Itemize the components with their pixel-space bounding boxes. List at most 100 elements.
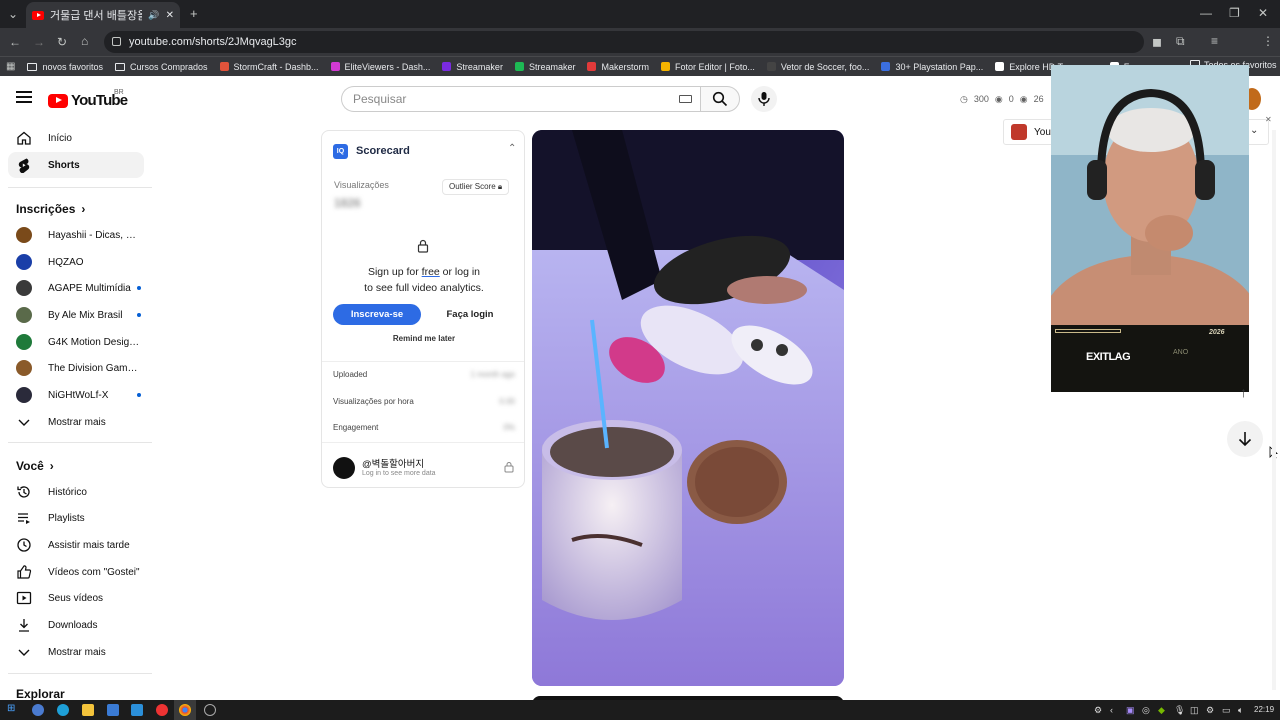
previous-short-button[interactable]: ↑ bbox=[1227, 374, 1263, 410]
tray-icon[interactable]: ▣ bbox=[1126, 705, 1135, 716]
store-icon[interactable] bbox=[107, 704, 119, 716]
sidebar-show-more[interactable]: Mostrar mais bbox=[8, 639, 144, 665]
overlay-bar bbox=[1055, 329, 1121, 333]
tray-icon[interactable]: ⚙ bbox=[1206, 705, 1214, 716]
sidebar-item-home[interactable]: Início bbox=[8, 125, 144, 151]
login-button[interactable]: Faça login bbox=[429, 304, 511, 325]
sidebar-item-shorts[interactable]: Shorts bbox=[8, 152, 144, 178]
signup-button[interactable]: Inscreva-se bbox=[333, 304, 421, 325]
opera-icon[interactable] bbox=[156, 704, 168, 716]
bookmark-item[interactable]: Cursos Comprados bbox=[114, 62, 208, 72]
extension-stats: ◷ 300 ◉ 0 ◉ 26 bbox=[960, 93, 1044, 105]
search-button[interactable] bbox=[700, 86, 740, 112]
bookmark-item[interactable]: novos favoritos bbox=[27, 62, 103, 72]
you-heading[interactable]: Você › bbox=[16, 459, 54, 473]
bookmark-item[interactable]: Streamaker bbox=[442, 62, 503, 72]
scorecard-header[interactable]: IQ Scorecard ⌃ bbox=[322, 131, 524, 171]
browser-tab-active[interactable]: 거물급 댄서 배틀장을 부시… 🔊 ✕ bbox=[26, 2, 180, 28]
signup-prompt-line1: Sign up for free or log in bbox=[367, 266, 481, 278]
back-icon[interactable]: ← bbox=[9, 35, 21, 49]
arrow-up-icon: ↑ bbox=[1240, 384, 1247, 400]
subscriptions-heading[interactable]: Inscrições › bbox=[16, 202, 85, 216]
bookmark-item[interactable]: Vetor de Soccer, foo... bbox=[766, 62, 869, 72]
bookmark-favicon-icon bbox=[995, 62, 1005, 71]
search-input[interactable]: Pesquisar bbox=[341, 86, 700, 112]
channel-avatar bbox=[16, 360, 32, 376]
sidebar-item-your-videos[interactable]: Seus vídeos bbox=[8, 585, 144, 611]
address-bar[interactable]: youtube.com/shorts/2JMqvagL3gc bbox=[104, 31, 1144, 53]
tray-icon[interactable]: ‹ bbox=[1110, 705, 1113, 715]
remind-later-link[interactable]: Remind me later bbox=[322, 334, 524, 343]
outlier-score-badge[interactable]: Outlier Score 🔒︎ bbox=[442, 179, 510, 195]
shorts-video-player[interactable] bbox=[532, 130, 844, 686]
sidebar-item-history[interactable]: Histórico bbox=[8, 479, 144, 505]
guide-menu-button[interactable] bbox=[16, 91, 32, 105]
sidebar-item-subscription[interactable]: ÁGAPE Multimídia bbox=[8, 275, 144, 301]
tray-icon[interactable]: ◎ bbox=[1142, 705, 1150, 716]
clock-icon: ◷ bbox=[960, 93, 968, 104]
bookmark-item[interactable]: Streamaker bbox=[514, 62, 575, 72]
channel-handle[interactable]: @벽돌할아버지 bbox=[362, 456, 424, 470]
sidebar-show-more[interactable]: Mostrar mais bbox=[8, 409, 144, 435]
apps-grid-icon[interactable]: ▦ bbox=[6, 61, 15, 72]
forward-icon[interactable]: → bbox=[33, 35, 45, 49]
keyboard-icon[interactable] bbox=[679, 95, 692, 103]
close-window-icon[interactable]: ✕ bbox=[1258, 6, 1268, 20]
new-tab-icon[interactable]: + bbox=[190, 6, 198, 21]
taskbar-app-icon[interactable] bbox=[204, 704, 216, 716]
collapse-chevron-icon[interactable]: ⌃ bbox=[508, 143, 516, 154]
youtube-logo[interactable]: YouTube BR bbox=[48, 89, 128, 109]
sidebar-item-liked-videos[interactable]: Vídeos com "Gostei" bbox=[8, 559, 144, 585]
sidebar-item-watch-later[interactable]: Assistir mais tarde bbox=[8, 532, 144, 558]
close-tab-icon[interactable]: ✕ bbox=[166, 10, 174, 21]
sidebar-item-subscription[interactable]: By Ale Mix Brasil bbox=[8, 302, 144, 328]
tray-icon[interactable]: ⚙ bbox=[1094, 705, 1102, 716]
windows-taskbar: ⊞ ⚙ ‹ ▣ ◎ ◆ 🎙︎ ◫ ⚙ ▭ 🔈︎ 22:19 bbox=[0, 700, 1280, 720]
browser-menu-icon[interactable]: ⋮ bbox=[1262, 34, 1274, 48]
bookmark-item[interactable]: StormCraft - Dashb... bbox=[219, 62, 319, 72]
next-short-button[interactable] bbox=[1227, 421, 1263, 457]
chevron-down-icon[interactable]: ⌄ bbox=[1250, 125, 1258, 136]
site-info-icon[interactable] bbox=[112, 37, 121, 46]
bookmark-item[interactable]: Fotor Editor | Foto... bbox=[661, 62, 755, 72]
extensions-puzzle-icon[interactable]: ⧉ bbox=[1176, 34, 1185, 49]
sidebar-item-subscription[interactable]: HQZAO bbox=[8, 249, 144, 275]
file-explorer-icon[interactable] bbox=[82, 704, 94, 716]
sidebar-item-subscription[interactable]: Hayashii - Dicas, no... bbox=[8, 222, 144, 248]
sidebar-item-downloads[interactable]: Downloads bbox=[8, 612, 144, 638]
minimize-icon[interactable]: — bbox=[1200, 6, 1212, 20]
tab-search-icon[interactable]: ⌄ bbox=[8, 7, 18, 21]
microphone-tray-icon[interactable]: 🎙︎ bbox=[1174, 705, 1185, 716]
close-icon[interactable]: ✕ bbox=[1265, 115, 1272, 124]
media-control-icon[interactable]: ≡ bbox=[1211, 34, 1218, 48]
taskbar-app-icon[interactable] bbox=[32, 704, 44, 716]
page-scrollbar[interactable] bbox=[1272, 130, 1276, 690]
extension-icon[interactable]: ◼ bbox=[1152, 35, 1162, 49]
webcam-feed bbox=[1051, 65, 1249, 325]
sidebar-item-subscription[interactable]: G4K Motion Design... bbox=[8, 329, 144, 355]
edge-icon[interactable] bbox=[57, 704, 69, 716]
speaker-icon[interactable]: 🔊 bbox=[148, 10, 159, 21]
bookmark-favicon-icon bbox=[442, 62, 452, 71]
clock-time[interactable]: 22:19 bbox=[1254, 705, 1274, 714]
tray-icon[interactable]: ◫ bbox=[1190, 705, 1199, 716]
reload-icon[interactable]: ↻ bbox=[57, 35, 67, 49]
home-browser-icon[interactable]: ⌂ bbox=[81, 34, 88, 48]
network-icon[interactable]: ▭ bbox=[1222, 705, 1231, 716]
bookmark-item[interactable]: Makerstorm bbox=[587, 62, 649, 72]
chrome-icon[interactable] bbox=[179, 704, 191, 716]
windows-start-icon[interactable]: ⊞ bbox=[7, 703, 19, 715]
watch-later-icon bbox=[17, 538, 31, 552]
nvidia-icon[interactable]: ◆ bbox=[1158, 705, 1165, 716]
sidebar-item-subscription[interactable]: NiGHtWoLf-X bbox=[8, 382, 144, 408]
free-link[interactable]: free bbox=[422, 266, 440, 278]
bookmark-item[interactable]: EliteViewers - Dash... bbox=[330, 62, 430, 72]
bookmark-item[interactable]: 30+ Playstation Pap... bbox=[881, 62, 983, 72]
lock-icon bbox=[504, 462, 514, 473]
sidebar-item-playlists[interactable]: Playlists bbox=[8, 505, 144, 531]
sidebar-item-subscription[interactable]: The Division Game ... bbox=[8, 355, 144, 381]
volume-icon[interactable]: 🔈︎ bbox=[1238, 705, 1243, 716]
restore-icon[interactable]: ❐ bbox=[1229, 6, 1240, 20]
taskbar-app-icon[interactable] bbox=[131, 704, 143, 716]
voice-search-button[interactable] bbox=[751, 86, 777, 112]
